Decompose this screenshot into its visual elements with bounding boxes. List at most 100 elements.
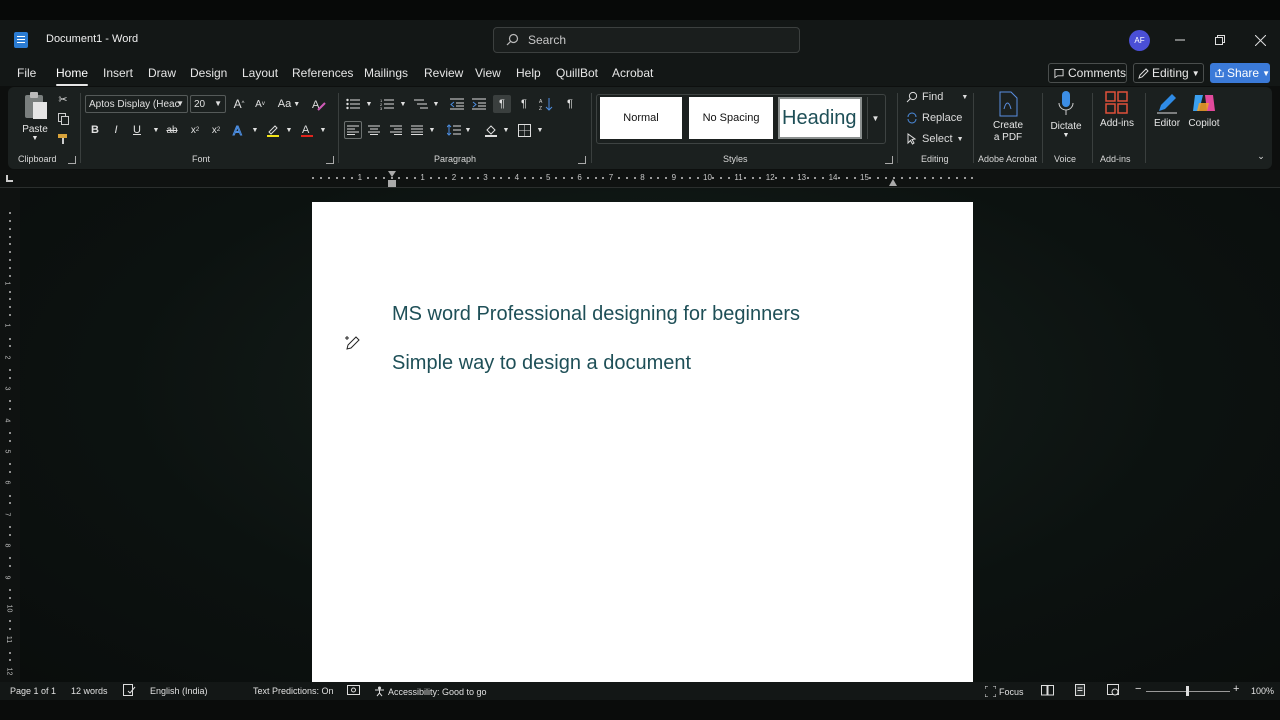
ltr-text-icon[interactable]: ¶ — [493, 95, 511, 113]
search-box[interactable] — [493, 27, 800, 53]
zoom-slider-thumb[interactable] — [1186, 686, 1189, 696]
restore-icon[interactable] — [1207, 28, 1233, 52]
chevron-down-icon[interactable]: ▼ — [314, 121, 332, 139]
read-mode-icon[interactable] — [1041, 684, 1054, 698]
tab-review[interactable]: Review — [424, 66, 463, 80]
minimize-icon[interactable] — [1167, 28, 1193, 52]
word-count[interactable]: 12 words — [71, 686, 108, 696]
print-layout-icon[interactable] — [1074, 684, 1086, 698]
underline-button[interactable]: U — [128, 121, 146, 139]
tab-insert[interactable]: Insert — [103, 66, 133, 80]
font-launcher-icon[interactable] — [326, 156, 334, 164]
subscript-button[interactable]: x2 — [186, 121, 204, 139]
show-formatting-icon[interactable]: ¶ — [561, 95, 579, 113]
tab-file[interactable]: File — [17, 66, 36, 80]
right-indent-marker[interactable] — [889, 179, 897, 186]
chevron-down-icon: ▼ — [214, 99, 222, 108]
accessibility-status[interactable]: Accessibility: Good to go — [374, 686, 487, 697]
chevron-down-icon[interactable]: ▼ — [427, 95, 445, 113]
zoom-in-icon[interactable]: + — [1233, 683, 1239, 695]
tab-layout[interactable]: Layout — [242, 66, 278, 80]
tab-home[interactable]: Home — [56, 66, 89, 86]
chevron-down-icon[interactable]: ▼ — [280, 121, 298, 139]
left-indent-marker[interactable] — [388, 180, 396, 187]
superscript-button[interactable]: x2 — [207, 121, 225, 139]
editing-mode-button[interactable]: Editing ▼ — [1133, 63, 1204, 83]
focus-mode-button[interactable]: Focus — [985, 686, 1024, 697]
clipboard-launcher-icon[interactable] — [68, 156, 76, 164]
chevron-down-icon[interactable]: ▼ — [531, 121, 549, 139]
italic-button[interactable]: I — [107, 121, 125, 139]
grow-font-icon[interactable]: A ^ — [230, 95, 248, 113]
copy-icon[interactable] — [54, 110, 72, 128]
search-input[interactable] — [528, 33, 788, 47]
decrease-indent-icon[interactable] — [448, 95, 466, 113]
change-case-button[interactable]: Aa ▼ — [276, 95, 302, 113]
replace-button[interactable]: Replace — [906, 112, 962, 124]
tab-references[interactable]: References — [292, 66, 353, 80]
chevron-down-icon[interactable]: ▼ — [423, 121, 441, 139]
collapse-ribbon-icon[interactable]: ⌄ — [1252, 147, 1270, 165]
find-button[interactable]: Find ▼ — [906, 91, 968, 103]
proofing-icon[interactable] — [123, 684, 136, 698]
style-normal[interactable]: Normal — [600, 97, 682, 139]
align-left-icon[interactable] — [344, 121, 362, 139]
vruler-number: 4 — [3, 418, 11, 423]
rtl-text-icon[interactable]: ¶ — [515, 95, 533, 113]
font-name-dropdown[interactable]: Aptos Display (Heac ▼ — [85, 95, 188, 113]
format-painter-icon[interactable] — [54, 130, 72, 148]
dictate-button[interactable]: Dictate ▼ — [1047, 90, 1085, 139]
tab-design[interactable]: Design — [190, 66, 227, 80]
tab-view[interactable]: View — [475, 66, 501, 80]
strikethrough-button[interactable]: ab — [163, 121, 181, 139]
increase-indent-icon[interactable] — [470, 95, 488, 113]
style-heading-1[interactable]: Heading 1 — [778, 97, 862, 139]
copilot-button[interactable]: Copilot — [1185, 91, 1223, 129]
zoom-out-icon[interactable]: − — [1135, 683, 1141, 695]
paragraph-launcher-icon[interactable] — [578, 156, 586, 164]
editor-button[interactable]: Editor — [1151, 91, 1183, 129]
style-no-spacing[interactable]: No Spacing — [689, 97, 773, 139]
chevron-down-icon[interactable]: ▼ — [246, 121, 264, 139]
tab-selector-icon[interactable] — [6, 175, 13, 182]
avatar[interactable]: AF — [1129, 30, 1150, 51]
chevron-down-icon[interactable]: ▼ — [360, 95, 378, 113]
text-predictions-status[interactable]: Text Predictions: On — [253, 686, 334, 696]
font-size-dropdown[interactable]: 20 ▼ — [190, 95, 226, 113]
document-heading-line-2[interactable]: Simple way to design a document — [392, 352, 691, 375]
tab-mailings[interactable]: Mailings — [364, 66, 408, 80]
zoom-level[interactable]: 100% — [1251, 686, 1274, 696]
share-button[interactable]: Share ▼ — [1210, 63, 1270, 83]
align-center-icon[interactable] — [365, 121, 383, 139]
shrink-font-icon[interactable]: Av — [251, 95, 269, 113]
align-right-icon[interactable] — [387, 121, 405, 139]
document-page[interactable]: MS word Professional designing for begin… — [312, 202, 973, 682]
create-pdf-button[interactable]: Create a PDF — [983, 91, 1033, 144]
chevron-down-icon[interactable]: ▼ — [394, 95, 412, 113]
addins-button[interactable]: Add-ins — [1096, 91, 1138, 129]
tab-help[interactable]: Help — [516, 66, 541, 80]
web-layout-icon[interactable] — [1107, 684, 1120, 698]
language-indicator[interactable]: English (India) — [150, 686, 208, 696]
comments-button[interactable]: Comments — [1048, 63, 1127, 83]
clear-formatting-icon[interactable]: A — [310, 95, 328, 113]
macro-icon[interactable] — [347, 684, 360, 698]
microphone-icon — [1058, 91, 1074, 115]
paste-button[interactable]: Paste ▼ — [20, 91, 50, 142]
tab-quillbot[interactable]: QuillBot — [556, 66, 598, 80]
chevron-down-icon[interactable]: ▼ — [497, 121, 515, 139]
styles-more-icon[interactable]: ▼ — [867, 97, 883, 139]
tab-draw[interactable]: Draw — [148, 66, 176, 80]
first-line-indent-marker[interactable] — [388, 171, 396, 177]
styles-launcher-icon[interactable] — [885, 156, 893, 164]
sort-icon[interactable]: AZ — [537, 95, 555, 113]
chevron-down-icon: ▼ — [956, 135, 964, 143]
document-heading-line-1[interactable]: MS word Professional designing for begin… — [392, 303, 800, 326]
page-count[interactable]: Page 1 of 1 — [10, 686, 56, 696]
chevron-down-icon[interactable]: ▼ — [459, 121, 477, 139]
bold-button[interactable]: B — [86, 121, 104, 139]
tab-acrobat[interactable]: Acrobat — [612, 66, 653, 80]
cut-icon[interactable]: ✂ — [54, 90, 72, 108]
select-button[interactable]: Select ▼ — [906, 133, 964, 145]
close-icon[interactable] — [1247, 28, 1273, 52]
